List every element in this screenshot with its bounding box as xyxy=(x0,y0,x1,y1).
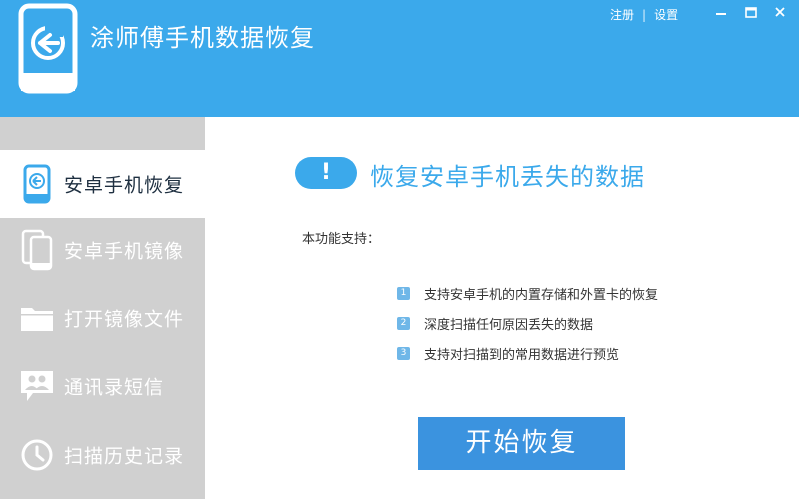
list-item: 1 支持安卓手机的内置存储和外置卡的恢复 xyxy=(397,278,658,308)
app-logo-icon xyxy=(18,3,78,94)
exclamation-icon: ! xyxy=(320,160,332,185)
maximize-icon[interactable] xyxy=(744,5,758,19)
feature-text: 支持安卓手机的内置存储和外置卡的恢复 xyxy=(424,287,659,303)
clock-icon xyxy=(19,435,55,475)
sidebar-item-android-recovery[interactable]: 安卓手机恢复 xyxy=(0,150,205,218)
sidebar-item-label: 通讯录短信 xyxy=(64,376,165,399)
feature-number-badge: 3 xyxy=(397,346,410,360)
sidebar: 安卓手机恢复 安卓手机镜像 打开镜像文件 通讯录短信 扫描历史记录 xyxy=(0,117,205,499)
support-label: 本功能支持： xyxy=(302,232,381,247)
sidebar-item-label: 打开镜像文件 xyxy=(64,308,185,331)
sidebar-item-open-image-file[interactable]: 打开镜像文件 xyxy=(0,284,205,352)
page-title: 恢复安卓手机丢失的数据 xyxy=(370,163,645,191)
minimize-icon[interactable] xyxy=(714,5,728,19)
phone-mirror-icon xyxy=(19,229,55,271)
alert-badge: ! xyxy=(295,157,357,189)
settings-link[interactable]: 设置 xyxy=(654,6,678,23)
start-recovery-button[interactable]: 开始恢复 xyxy=(418,417,625,470)
header-links: 注册 | 设置 xyxy=(610,6,678,23)
feature-number-badge: 1 xyxy=(397,286,410,300)
app-title: 涂师傅手机数据恢复 xyxy=(90,24,315,52)
sidebar-item-scan-history[interactable]: 扫描历史记录 xyxy=(0,421,205,489)
sidebar-item-label: 安卓手机恢复 xyxy=(64,174,185,197)
sidebar-item-android-mirror[interactable]: 安卓手机镜像 xyxy=(0,216,205,284)
sidebar-item-contacts-sms[interactable]: 通讯录短信 xyxy=(0,352,205,420)
list-item: 3 支持对扫描到的常用数据进行预览 xyxy=(397,338,658,368)
list-item: 2 深度扫描任何原因丢失的数据 xyxy=(397,308,658,338)
feature-text: 支持对扫描到的常用数据进行预览 xyxy=(424,347,620,363)
feature-list: 1 支持安卓手机的内置存储和外置卡的恢复 2 深度扫描任何原因丢失的数据 3 支… xyxy=(397,278,658,368)
title-bar: 涂师傅手机数据恢复 注册 | 设置 xyxy=(0,0,799,117)
feature-text: 深度扫描任何原因丢失的数据 xyxy=(424,317,594,333)
header-separator: | xyxy=(642,7,647,22)
phone-restore-icon xyxy=(19,164,55,204)
sidebar-item-label: 安卓手机镜像 xyxy=(64,240,185,263)
close-icon[interactable] xyxy=(773,5,787,19)
contacts-chat-icon xyxy=(19,366,55,406)
sidebar-item-label: 扫描历史记录 xyxy=(64,445,185,468)
folder-icon xyxy=(19,298,55,338)
register-link[interactable]: 注册 xyxy=(610,6,634,23)
feature-number-badge: 2 xyxy=(397,316,410,330)
